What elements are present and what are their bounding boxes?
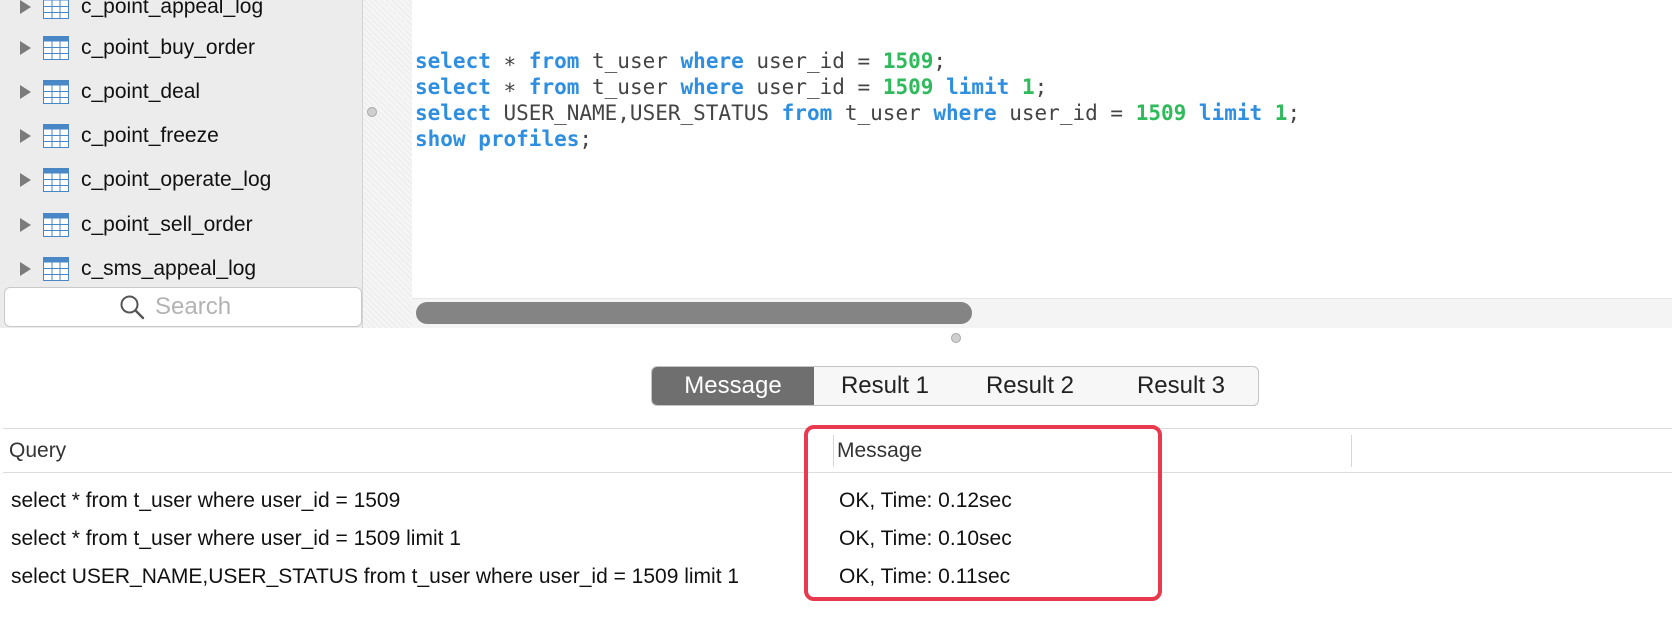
disclosure-triangle-icon[interactable]: [20, 41, 31, 55]
message-grid: Query Message select * from t_user where…: [3, 428, 1672, 638]
table-item-label: c_point_appeal_log: [81, 0, 264, 18]
result-tabs: Message Result 1 Result 2 Result 3: [651, 366, 1259, 406]
table-item[interactable]: c_point_freeze: [0, 116, 360, 156]
query-cell: select USER_NAME,USER_STATUS from t_user…: [11, 565, 740, 588]
table-item[interactable]: c_point_appeal_log: [0, 0, 360, 27]
table-list: c_point_appeal_log c_point_buy_order c_p…: [0, 0, 362, 286]
tab-result-3[interactable]: Result 3: [1104, 367, 1258, 405]
table-icon: [43, 257, 69, 281]
search-icon: [120, 295, 145, 320]
table-icon: [43, 80, 69, 104]
table-item[interactable]: c_point_sell_order: [0, 205, 360, 245]
tab-message[interactable]: Message: [652, 367, 814, 405]
sql-editor[interactable]: select ∗ from t_user where user_id = 150…: [412, 0, 1672, 298]
splitter-handle-icon[interactable]: [367, 107, 377, 117]
sidebar: c_point_appeal_log c_point_buy_order c_p…: [0, 0, 363, 328]
table-icon: [43, 124, 69, 148]
disclosure-triangle-icon[interactable]: [20, 129, 31, 143]
table-icon: [43, 168, 69, 192]
search-input[interactable]: [153, 292, 247, 322]
table-item-label: c_point_freeze: [81, 124, 219, 147]
code-line: show profiles;: [415, 127, 593, 151]
table-item[interactable]: c_point_deal: [0, 72, 360, 112]
grid-header: Query Message: [3, 429, 1672, 473]
splitter-handle-icon[interactable]: [951, 333, 961, 343]
message-cell: OK, Time: 0.11sec: [839, 565, 1011, 588]
query-cell: select * from t_user where user_id = 150…: [11, 527, 461, 550]
table-item[interactable]: c_point_buy_order: [0, 28, 360, 68]
table-row[interactable]: select * from t_user where user_id = 150…: [3, 482, 1672, 520]
table-item[interactable]: c_point_operate_log: [0, 160, 360, 200]
column-separator[interactable]: [833, 435, 834, 467]
code-line: select USER_NAME,USER_STATUS from t_user…: [415, 101, 1301, 125]
table-item[interactable]: c_sms_appeal_log: [0, 249, 360, 286]
query-cell: select * from t_user where user_id = 150…: [11, 489, 401, 512]
table-icon: [43, 36, 69, 60]
sql-code[interactable]: select ∗ from t_user where user_id = 150…: [415, 48, 1300, 152]
disclosure-triangle-icon[interactable]: [20, 85, 31, 99]
table-row[interactable]: select USER_NAME,USER_STATUS from t_user…: [3, 558, 1672, 596]
code-line: select ∗ from t_user where user_id = 150…: [415, 75, 1048, 99]
search-box[interactable]: [4, 287, 362, 327]
table-icon: [43, 0, 69, 19]
table-icon: [43, 213, 69, 237]
disclosure-triangle-icon[interactable]: [20, 0, 31, 14]
disclosure-triangle-icon[interactable]: [20, 262, 31, 276]
table-item-label: c_point_buy_order: [81, 36, 255, 59]
table-row[interactable]: select * from t_user where user_id = 150…: [3, 520, 1672, 558]
table-item-label: c_point_deal: [81, 80, 201, 103]
table-item-label: c_point_operate_log: [81, 168, 272, 191]
app-window: c_point_appeal_log c_point_buy_order c_p…: [0, 0, 1672, 638]
code-line: select ∗ from t_user where user_id = 150…: [415, 49, 947, 73]
message-cell: OK, Time: 0.12sec: [839, 489, 1012, 512]
column-separator[interactable]: [1351, 435, 1352, 467]
message-cell: OK, Time: 0.10sec: [839, 527, 1012, 550]
pane-splitter[interactable]: [363, 0, 412, 328]
column-header-query[interactable]: Query: [9, 429, 66, 472]
tab-result-2[interactable]: Result 2: [956, 367, 1104, 405]
table-item-label: c_sms_appeal_log: [81, 257, 257, 280]
table-item-label: c_point_sell_order: [81, 213, 253, 236]
disclosure-triangle-icon[interactable]: [20, 218, 31, 232]
disclosure-triangle-icon[interactable]: [20, 173, 31, 187]
tab-result-1[interactable]: Result 1: [814, 367, 956, 405]
editor-scrollbar-thumb[interactable]: [416, 302, 972, 324]
column-header-message[interactable]: Message: [837, 429, 922, 472]
